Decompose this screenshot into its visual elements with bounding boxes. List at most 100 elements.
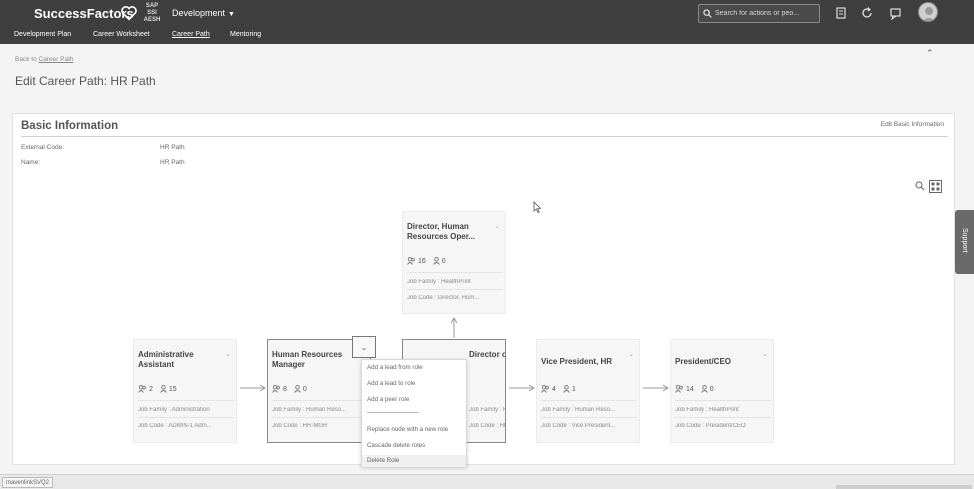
- refresh-icon[interactable]: [860, 6, 874, 20]
- chevron-down-icon: ▼: [228, 11, 235, 18]
- support-tab[interactable]: Support: [955, 210, 974, 274]
- tab-career-path[interactable]: Career Path: [172, 31, 210, 38]
- edit-basic-info-link[interactable]: Edit Basic Information: [881, 121, 944, 128]
- job-family: Job Family : Human Reso...: [541, 407, 616, 413]
- module-picker[interactable]: Development ▼: [172, 8, 235, 18]
- card-divider: [272, 400, 368, 401]
- person-icon: [563, 385, 570, 393]
- role-stats: 2 15: [138, 385, 184, 393]
- card-divider: [138, 417, 234, 418]
- avatar[interactable]: [918, 2, 938, 22]
- menu-item-cascade-delete[interactable]: Cascade delete roles: [367, 442, 425, 449]
- card-divider: [541, 400, 637, 401]
- people-icon: [407, 257, 415, 265]
- tab-development-plan[interactable]: Development Plan: [14, 31, 71, 38]
- peer-count: 15: [168, 385, 177, 393]
- role-stats: 16 0: [407, 257, 453, 265]
- tab-mentoring[interactable]: Mentoring: [230, 31, 261, 38]
- chat-icon[interactable]: [889, 6, 903, 20]
- peer-count: 0: [441, 257, 446, 265]
- person-icon: [432, 257, 440, 265]
- connector-arrow-vertical: [450, 317, 458, 338]
- node-context-menu: Add a lead from role Add a lead to role …: [361, 359, 467, 467]
- card-divider: [675, 417, 771, 418]
- menu-separator: [367, 412, 419, 413]
- support-label: Support: [961, 228, 968, 253]
- module-label: Development: [172, 8, 226, 18]
- zoom-icon[interactable]: [915, 181, 925, 191]
- notes-icon[interactable]: [834, 6, 848, 20]
- collapse-chevron-icon[interactable]: ⌃: [926, 48, 936, 58]
- people-icon: [272, 385, 280, 393]
- role-card-administrative-assistant[interactable]: Administrative Assistant ⌄ 2 15 Job Fami…: [133, 339, 237, 443]
- job-code: Job Code : Director, Hum...: [407, 295, 480, 301]
- mouse-cursor-icon: [533, 201, 541, 213]
- connector-arrow: [240, 384, 266, 392]
- menu-item-delete-role[interactable]: Delete Role: [362, 455, 466, 467]
- peer-count: 0: [709, 385, 714, 393]
- job-code: Job Code : Vice President...: [541, 423, 616, 429]
- heart-icon: [121, 6, 137, 21]
- tab-career-worksheet[interactable]: Career Worksheet: [93, 31, 150, 38]
- footer-tab[interactable]: [902, 485, 972, 489]
- role-title: President/CEO: [675, 357, 732, 366]
- job-family: Job Family : HealthPrint: [407, 279, 471, 285]
- job-family: Job Family : Human Reso...: [272, 407, 347, 413]
- action-search[interactable]: [698, 4, 820, 23]
- section-title: Basic Information: [21, 120, 119, 132]
- connector-arrow: [643, 384, 669, 392]
- chevron-down-icon[interactable]: ⌄: [628, 350, 634, 358]
- role-title: Director, Human Resources Oper...: [407, 222, 476, 241]
- role-stats: 14 0: [675, 385, 721, 393]
- card-divider: [407, 289, 503, 290]
- lead-count: 14: [686, 385, 694, 393]
- person-icon: [294, 385, 301, 393]
- card-divider: [541, 417, 637, 418]
- role-title: Director of Human Resources: [469, 350, 505, 359]
- footer-tab[interactable]: [836, 485, 906, 489]
- role-title: Human Resources Manager: [272, 350, 343, 369]
- fit-view-icon[interactable]: [929, 180, 942, 193]
- search-icon: [703, 9, 712, 18]
- role-stats: 8 0: [272, 385, 314, 393]
- search-input[interactable]: [715, 10, 819, 17]
- people-icon: [138, 385, 146, 393]
- company-logo: SAP SSI AESH: [143, 3, 161, 23]
- footer-bar: mavenlinkSVQ2: [0, 474, 974, 489]
- role-title: Vice President, HR: [541, 357, 612, 366]
- footer-tag: mavenlinkSVQ2: [2, 477, 54, 488]
- lead-count: 8: [283, 385, 287, 393]
- role-card-director-hr-operations[interactable]: Director, Human Resources Oper... ⌄ 16 0…: [402, 211, 506, 314]
- field-label-name: Name:: [21, 159, 41, 166]
- chevron-down-icon: ⌄: [360, 342, 368, 352]
- people-icon: [541, 385, 549, 393]
- person-icon: [700, 385, 708, 393]
- menu-item-add-lead-to-role[interactable]: Add a lead to role: [367, 380, 416, 387]
- module-tabs: Development Plan Career Worksheet Career…: [0, 28, 974, 44]
- chevron-down-icon[interactable]: ⌄: [762, 350, 768, 358]
- section-divider: [21, 136, 948, 137]
- field-label-external-code: External Code:: [21, 144, 64, 151]
- chevron-down-icon[interactable]: ⌄: [225, 350, 231, 358]
- chevron-down-icon[interactable]: ⌄: [494, 222, 500, 230]
- node-menu-button[interactable]: ⌄: [352, 336, 376, 358]
- menu-item-add-lead-from-role[interactable]: Add a lead from role: [367, 364, 423, 371]
- job-code: Job Code : HR-DIR: [469, 423, 505, 429]
- job-family: Job Family : Administration: [138, 407, 210, 413]
- back-link[interactable]: Career Path: [39, 56, 74, 63]
- menu-item-add-peer-role[interactable]: Add a peer role: [367, 396, 409, 403]
- card-divider: [272, 417, 368, 418]
- role-card-president-ceo[interactable]: President/CEO ⌄ 14 0 Job Family : Health…: [670, 339, 774, 443]
- page-title: Edit Career Path: HR Path: [15, 74, 156, 88]
- role-title: Administrative Assistant: [138, 350, 194, 369]
- breadcrumb: Back to Career Path: [15, 56, 74, 63]
- connector-arrow: [509, 384, 535, 392]
- people-icon: [675, 385, 683, 393]
- brand-logo[interactable]: SuccessFactors: [34, 6, 134, 21]
- person-icon: [160, 385, 167, 393]
- back-prefix: Back to: [15, 56, 37, 63]
- job-code: Job Code : ADMIN-1 Adm...: [138, 423, 212, 429]
- job-code: Job Code : HR-MGR: [272, 423, 328, 429]
- role-card-vice-president-hr[interactable]: Vice President, HR ⌄ 4 1 Job Family : Hu…: [536, 339, 640, 443]
- menu-item-replace-node[interactable]: Replace node with a new role: [367, 426, 448, 433]
